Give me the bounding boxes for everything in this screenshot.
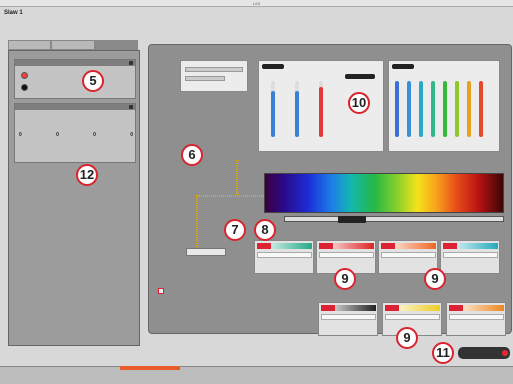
tab-2[interactable]: [51, 40, 95, 50]
wavelength-slider[interactable]: [284, 216, 504, 223]
gear-icon[interactable]: [129, 105, 133, 109]
action-button[interactable]: [186, 248, 226, 256]
channel-chip[interactable]: [440, 240, 500, 274]
window-titlebar: LAS: [0, 0, 513, 7]
channel-chip[interactable]: [254, 240, 314, 274]
value-3: 0: [130, 132, 133, 138]
radio-icon[interactable]: [21, 72, 28, 79]
checkbox[interactable]: [158, 288, 164, 294]
color-spectrum[interactable]: [264, 173, 504, 213]
tube-panel-2: [388, 60, 500, 152]
callout-badge: 12: [76, 164, 98, 186]
apply-button[interactable]: [458, 347, 510, 359]
tube-level[interactable]: [395, 81, 399, 137]
status-bar: [0, 366, 513, 384]
connector-line: [196, 195, 266, 197]
panel-header: [15, 60, 135, 66]
panel-tag: [392, 64, 414, 69]
control-input[interactable]: [185, 76, 225, 81]
callout-badge: 8: [254, 219, 276, 241]
value-row: 0 0 0 0: [19, 132, 133, 138]
connector-line: [196, 195, 198, 247]
callout-badge: 9: [334, 268, 356, 290]
value-1: 0: [56, 132, 59, 138]
callout-badge: 10: [348, 92, 370, 114]
slider-thumb[interactable]: [338, 216, 366, 223]
channel-chip[interactable]: [446, 302, 506, 336]
tube-level[interactable]: [479, 81, 483, 137]
callout-badge: 9: [396, 327, 418, 349]
settings-panel-bottom: 0 0 0 0: [14, 103, 136, 163]
tube-level[interactable]: [295, 91, 299, 137]
callout-badge: 6: [181, 144, 203, 166]
tube-level[interactable]: [431, 81, 435, 137]
tube-level[interactable]: [271, 91, 275, 137]
panel-tag: [345, 74, 375, 79]
callout-badge: 7: [224, 219, 246, 241]
tube-level[interactable]: [407, 81, 411, 137]
connector-line: [236, 160, 238, 195]
value-0: 0: [19, 132, 22, 138]
tab-1[interactable]: [8, 40, 52, 50]
settings-panel-top: [14, 59, 136, 99]
radio-icon[interactable]: [21, 84, 28, 91]
gear-icon[interactable]: [129, 61, 133, 65]
tube-level[interactable]: [443, 81, 447, 137]
callout-badge: 9: [424, 268, 446, 290]
progress-indicator: [120, 366, 180, 370]
tube-level[interactable]: [419, 81, 423, 137]
value-2: 0: [93, 132, 96, 138]
tab-3[interactable]: [94, 40, 138, 50]
tab-strip: [8, 40, 138, 50]
control-input[interactable]: [185, 67, 243, 72]
left-pane: 0 0 0 0: [8, 50, 140, 346]
callout-badge: 11: [432, 342, 454, 364]
callout-badge: 5: [82, 70, 104, 92]
channel-chip[interactable]: [318, 302, 378, 336]
page-title: Slaw 1: [4, 10, 23, 16]
application-window: LAS Slaw 1 0 0 0 0 5 6 7 8 9 9 9 10 11 1…: [0, 0, 513, 384]
close-icon[interactable]: [502, 350, 508, 356]
tube-level[interactable]: [455, 81, 459, 137]
panel-tag: [262, 64, 284, 69]
control-box: [180, 60, 248, 92]
panel-header: [15, 104, 135, 110]
tube-level[interactable]: [319, 87, 323, 137]
tube-level[interactable]: [467, 81, 471, 137]
